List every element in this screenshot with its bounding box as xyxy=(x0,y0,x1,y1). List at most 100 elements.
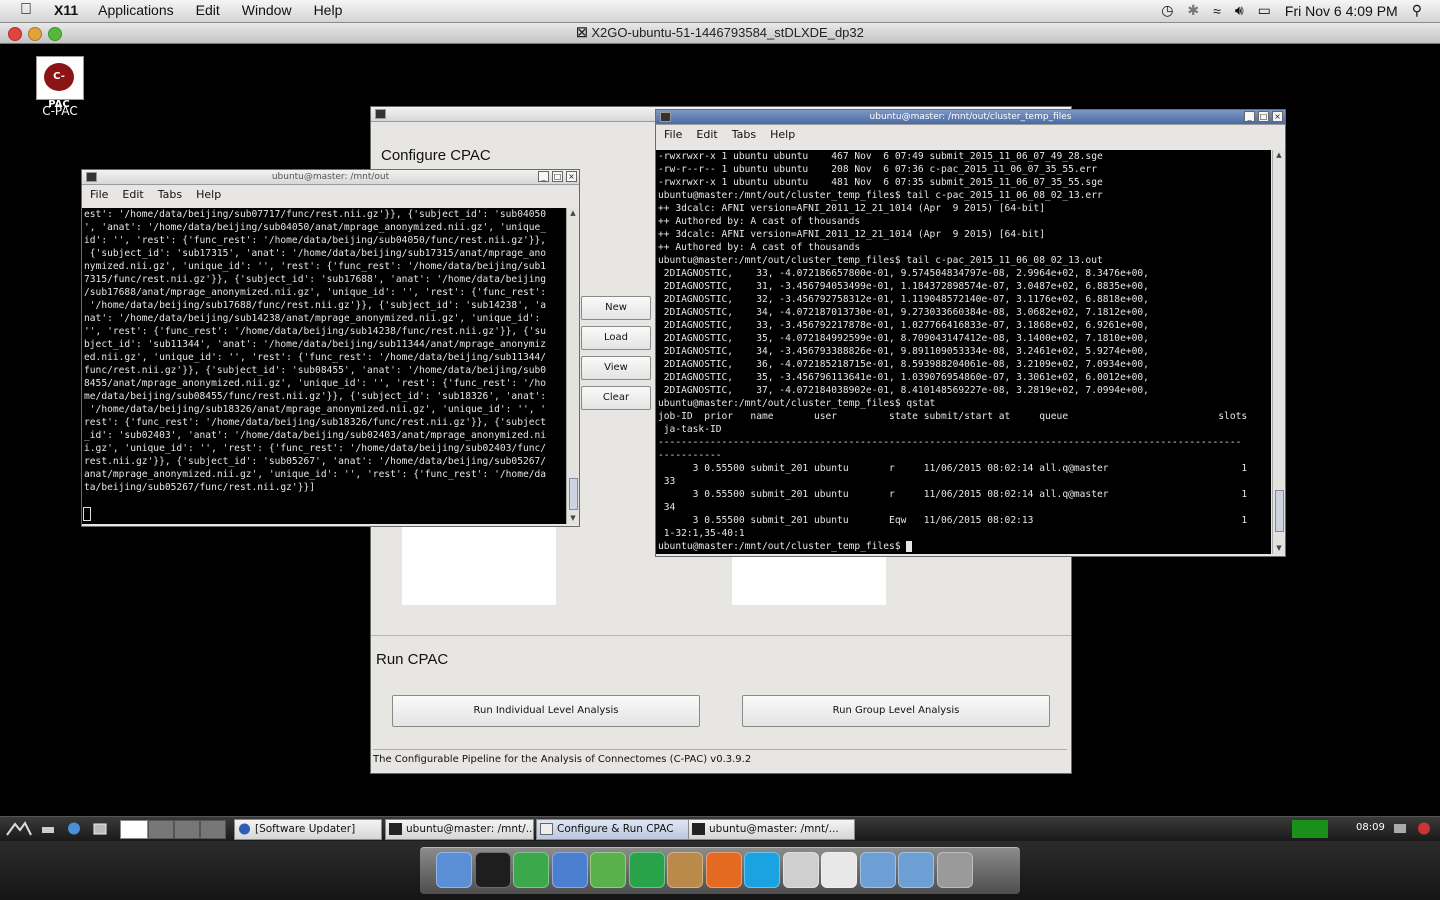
lxde-menu-icon[interactable] xyxy=(6,821,32,836)
scroll-down-icon[interactable]: ▼ xyxy=(1273,543,1285,554)
downloads-folder-icon[interactable] xyxy=(898,852,934,888)
desktop-pager-4[interactable] xyxy=(200,820,226,839)
file-manager-icon[interactable] xyxy=(40,821,56,836)
divider xyxy=(371,635,1071,636)
wifi-icon[interactable]: ≈ xyxy=(1213,3,1221,19)
user-icon[interactable] xyxy=(590,852,626,888)
terminal-line: ubuntu@master:/mnt/out/cluster_temp_file… xyxy=(658,255,1103,266)
minimize-window-icon[interactable] xyxy=(28,27,42,41)
menu-help[interactable]: Help xyxy=(314,2,343,18)
maximize-icon[interactable]: □ xyxy=(552,171,563,182)
pipeline-list-panel[interactable] xyxy=(402,523,556,605)
terminal-line: ----------- xyxy=(658,450,722,461)
task-software-updater[interactable]: [Software Updater] xyxy=(234,819,382,840)
battery-icon[interactable]: ▭ xyxy=(1258,2,1271,19)
terminal-line: ja-task-ID xyxy=(658,424,722,435)
desktop-pager-2[interactable] xyxy=(148,820,174,839)
task-terminal-2[interactable]: ubuntu@master: /mnt/... xyxy=(688,819,855,840)
terminal-line: rest.nii.gz'}}, {'subject_id': 'sub05267… xyxy=(84,456,547,467)
terminal-line: 2DIAGNOSTIC, 33, -4.072186657800e-01, 9.… xyxy=(658,268,1149,279)
apple-menu-icon[interactable]:  xyxy=(20,1,32,19)
terminal-right-scrollbar[interactable]: ▲ ▼ xyxy=(1272,150,1285,554)
menu-file[interactable]: File xyxy=(664,128,682,141)
zoom-window-icon[interactable] xyxy=(48,27,62,41)
terminal-left-menubar: File Edit Tabs Help xyxy=(82,185,579,203)
menu-edit[interactable]: Edit xyxy=(696,128,717,141)
run-group-button[interactable]: Run Group Level Analysis xyxy=(742,695,1050,727)
app-menu-x11[interactable]: X11 xyxy=(54,2,78,18)
applications-folder-icon[interactable] xyxy=(859,852,896,888)
skype-icon[interactable] xyxy=(744,852,780,888)
new-button[interactable]: New xyxy=(581,296,651,320)
bluetooth-icon[interactable]: ✱ xyxy=(1187,2,1199,19)
close-icon[interactable]: × xyxy=(566,171,577,182)
menu-edit[interactable]: Edit xyxy=(122,188,143,201)
menu-help[interactable]: Help xyxy=(196,188,221,201)
clear-button[interactable]: Clear xyxy=(581,386,651,410)
terminal-line: i.gz', 'unique_id': '', 'rest': {'func_r… xyxy=(84,443,547,454)
menu-applications[interactable]: Applications xyxy=(98,2,174,18)
trash-icon[interactable] xyxy=(936,852,973,888)
shutdown-icon[interactable] xyxy=(1416,821,1432,836)
firefox-icon[interactable] xyxy=(705,852,742,888)
task-configure-cpac[interactable]: Configure & Run CPAC xyxy=(536,819,703,840)
task-label: ubuntu@master: /mnt/... xyxy=(709,823,839,835)
terminal-icon[interactable] xyxy=(474,852,511,888)
menu-tabs[interactable]: Tabs xyxy=(158,188,182,201)
menu-clock[interactable]: Fri Nov 6 4:09 PM xyxy=(1285,3,1398,19)
close-icon[interactable]: × xyxy=(1272,111,1283,122)
terminal-icon xyxy=(389,823,402,835)
terminal-left-scrollbar[interactable]: ▲ ▼ xyxy=(566,208,579,524)
terminal-window-left: ubuntu@master: /mnt/out _ □ × File Edit … xyxy=(81,169,580,527)
view-button[interactable]: View xyxy=(581,356,651,380)
terminal-left-titlebar[interactable]: ubuntu@master: /mnt/out _ □ × xyxy=(82,170,579,185)
terminal-right-titlebar[interactable]: ubuntu@master: /mnt/out/cluster_temp_fil… xyxy=(656,110,1285,125)
minimize-icon[interactable]: _ xyxy=(1244,111,1255,122)
menu-window[interactable]: Window xyxy=(242,2,292,18)
checkmark-icon[interactable] xyxy=(628,852,665,888)
scroll-down-icon[interactable]: ▼ xyxy=(567,513,579,524)
terminal-line: ubuntu@master:/mnt/out/cluster_temp_file… xyxy=(658,190,1103,201)
terminal-right-output[interactable]: -rwxrwxr-x 1 ubuntu ubuntu 467 Nov 6 07:… xyxy=(656,150,1271,554)
spotlight-search-icon[interactable]: ⚲ xyxy=(1412,2,1422,19)
menu-tabs[interactable]: Tabs xyxy=(732,128,756,141)
terminal-line: /sub17688/anat/mprage_anonymized.nii.gz'… xyxy=(84,287,547,298)
desktop-icon-cpac[interactable]: C-PAC C-PAC xyxy=(34,56,86,118)
terminal-line: me/data/beijing/sub08455/func/rest.nii.g… xyxy=(84,391,547,402)
minimize-all-icon[interactable] xyxy=(92,821,108,836)
menu-file[interactable]: File xyxy=(90,188,108,201)
scroll-thumb[interactable] xyxy=(569,478,578,510)
text-editor-icon[interactable] xyxy=(513,852,549,888)
volume-icon[interactable]: 🔊︎ xyxy=(1235,2,1244,19)
task-label: [Software Updater] xyxy=(255,823,356,835)
network-icon[interactable] xyxy=(1392,821,1408,836)
maximize-icon[interactable]: □ xyxy=(1258,111,1269,122)
scroll-up-icon[interactable]: ▲ xyxy=(567,208,579,219)
photos-icon[interactable] xyxy=(667,852,703,888)
task-terminal-1[interactable]: ubuntu@master: /mnt/... xyxy=(385,819,534,840)
web-browser-icon[interactable] xyxy=(66,821,82,836)
x2go-window-titlebar: ☒ X2GO-ubuntu-51-1446793584_stDLXDE_dp32 xyxy=(0,23,1440,44)
terminal-icon xyxy=(86,172,97,182)
terminal-icon xyxy=(692,823,705,835)
close-window-icon[interactable] xyxy=(8,27,22,41)
desktop-pager-1[interactable] xyxy=(120,820,148,839)
run-individual-button[interactable]: Run Individual Level Analysis xyxy=(392,695,700,727)
terminal-line: ed.nii.gz', 'unique_id': '', 'rest': {'f… xyxy=(84,352,547,363)
x11-icon[interactable] xyxy=(782,852,819,888)
xquartz-icon[interactable] xyxy=(821,852,857,888)
finder-icon[interactable] xyxy=(436,852,472,888)
mail-icon[interactable] xyxy=(551,852,588,888)
taskbar-clock[interactable]: 08:09 xyxy=(1356,822,1385,833)
terminal-line: id': '', 'rest': {'func_rest': '/home/da… xyxy=(84,235,547,246)
scroll-up-icon[interactable]: ▲ xyxy=(1273,150,1285,161)
minimize-icon[interactable]: _ xyxy=(538,171,549,182)
menu-edit[interactable]: Edit xyxy=(196,2,220,18)
task-label: Configure & Run CPAC xyxy=(557,823,674,835)
desktop-pager-3[interactable] xyxy=(174,820,200,839)
terminal-left-output[interactable]: est': '/home/data/beijing/sub07717/func/… xyxy=(82,208,567,524)
menu-help[interactable]: Help xyxy=(770,128,795,141)
time-machine-icon[interactable]: ◷ xyxy=(1161,2,1173,19)
scroll-thumb[interactable] xyxy=(1275,490,1284,532)
load-button[interactable]: Load xyxy=(581,326,651,350)
